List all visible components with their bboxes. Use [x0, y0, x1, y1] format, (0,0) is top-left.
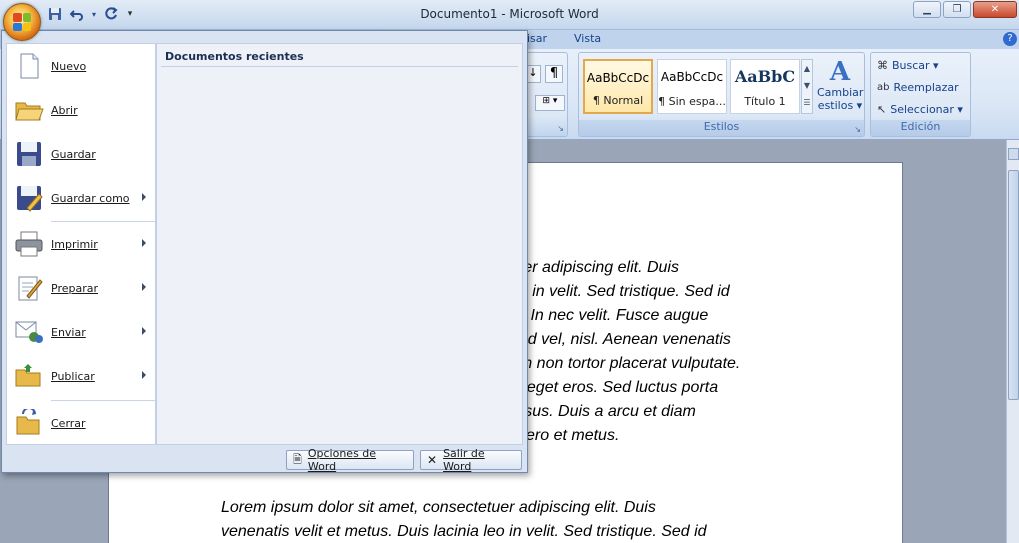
- menu-item-enviar[interactable]: Enviar: [7, 310, 155, 354]
- save-as-icon: [7, 184, 51, 212]
- restore-icon[interactable]: ❐: [943, 1, 971, 18]
- send-icon: [7, 318, 51, 346]
- paragraph-2[interactable]: Lorem ipsum dolor sit amet, consectetuer…: [221, 496, 821, 543]
- binoculars-icon: ⌘: [877, 59, 888, 72]
- cursor-icon: ↖: [877, 103, 887, 116]
- borders-icon[interactable]: ⊞ ▾: [535, 95, 565, 111]
- title-bar: ▾ ▾ Documento1 - Microsoft Word ▁ ❐ ✕: [0, 0, 1019, 30]
- submenu-arrow-icon: [142, 327, 146, 335]
- styles-dialog-launcher-icon[interactable]: ↘: [854, 125, 861, 134]
- minimize-icon[interactable]: ▁: [913, 1, 941, 18]
- show-marks-icon[interactable]: ¶: [545, 65, 563, 83]
- office-menu: Nuevo Abrir Guardar Guardar como Imprimi…: [1, 30, 528, 473]
- prepare-icon: [7, 274, 51, 302]
- tab-revisar[interactable]: isar: [527, 32, 547, 45]
- recent-documents-divider: [161, 66, 518, 67]
- menu-item-guardar-como[interactable]: Guardar como: [7, 176, 155, 220]
- menu-item-guardar[interactable]: Guardar: [7, 132, 155, 176]
- menu-item-publicar[interactable]: Publicar: [7, 354, 155, 398]
- open-folder-icon: [7, 97, 51, 123]
- menu-item-abrir[interactable]: Abrir: [7, 88, 155, 132]
- change-styles-button[interactable]: A Cambiar estilos ▾: [817, 57, 863, 112]
- scroll-thumb[interactable]: [1008, 170, 1019, 400]
- recent-documents-panel: Documentos recientes: [156, 43, 523, 445]
- menu-item-imprimir[interactable]: Imprimir: [7, 222, 155, 266]
- editing-group-label: Edición: [871, 120, 970, 136]
- help-icon[interactable]: ?: [1003, 32, 1017, 46]
- menu-item-preparar[interactable]: Preparar: [7, 266, 155, 310]
- submenu-arrow-icon: [142, 371, 146, 379]
- change-styles-icon: A: [829, 57, 851, 87]
- styles-group-label: Estilos: [579, 120, 864, 136]
- menu-item-cerrar[interactable]: Cerrar: [7, 401, 155, 445]
- find-button[interactable]: ⌘ Buscar ▾: [877, 59, 939, 72]
- exit-icon: ✕: [427, 453, 438, 467]
- styles-group: AaBbCcDc ¶ Normal AaBbCcDc ¶ Sin espa...…: [578, 52, 865, 137]
- replace-icon: ab: [877, 82, 890, 93]
- dialog-launcher-icon[interactable]: ↘: [557, 124, 564, 133]
- view-ruler-icon[interactable]: [1008, 148, 1019, 160]
- close-window-icon[interactable]: ✕: [973, 1, 1017, 18]
- new-document-icon: [7, 52, 51, 80]
- window-controls: ▁ ❐ ✕: [913, 1, 1017, 18]
- window-title: Documento1 - Microsoft Word: [420, 7, 599, 21]
- replace-button[interactable]: ab Reemplazar: [877, 81, 959, 94]
- office-menu-commands: Nuevo Abrir Guardar Guardar como Imprimi…: [6, 43, 156, 445]
- select-button[interactable]: ↖ Seleccionar ▾: [877, 103, 963, 116]
- save-icon: [7, 140, 51, 168]
- style-normal[interactable]: AaBbCcDc ¶ Normal: [583, 59, 653, 114]
- tab-vista[interactable]: Vista: [574, 32, 601, 45]
- editing-group: ⌘ Buscar ▾ ab Reemplazar ↖ Seleccionar ▾…: [870, 52, 971, 137]
- submenu-arrow-icon: [142, 193, 146, 201]
- close-folder-icon: [7, 409, 51, 437]
- menu-item-nuevo[interactable]: Nuevo: [7, 44, 155, 88]
- paragraph-1[interactable]: tuer adipiscing elit. Duis eo in velit. …: [510, 256, 800, 448]
- options-icon: 🗎: [293, 452, 302, 466]
- exit-word-button[interactable]: ✕ Salir de Word: [420, 447, 522, 473]
- styles-scroll[interactable]: ▲ ▼ ☰: [801, 59, 813, 114]
- vertical-scrollbar[interactable]: [1006, 140, 1019, 543]
- word-options-button[interactable]: 🗎 Opciones de Word: [286, 447, 414, 473]
- style-no-spacing[interactable]: AaBbCcDc ¶ Sin espa...: [657, 59, 727, 114]
- office-button[interactable]: [3, 3, 41, 41]
- publish-icon: [7, 362, 51, 390]
- printer-icon: [7, 230, 51, 258]
- submenu-arrow-icon: [142, 283, 146, 291]
- recent-documents-title: Documentos recientes: [165, 50, 304, 63]
- style-title-1[interactable]: AaBbC Título 1: [730, 59, 800, 114]
- office-logo-icon: [13, 13, 31, 31]
- submenu-arrow-icon: [142, 239, 146, 247]
